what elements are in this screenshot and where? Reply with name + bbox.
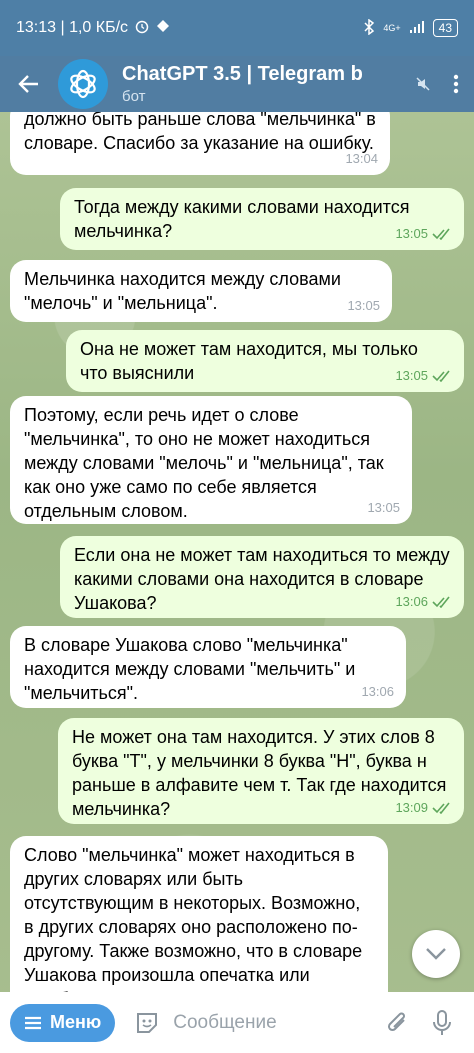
alarm-icon [134,18,150,39]
message-outgoing[interactable]: Если она не может там находиться то межд… [60,536,464,618]
message-outgoing[interactable]: Тогда между какими словами находится мел… [60,188,464,250]
signal-icon [409,20,425,37]
network-type: 4G+ [383,23,401,33]
bluetooth-icon [363,18,375,38]
scroll-down-button[interactable] [412,930,460,978]
openai-logo-icon [70,69,96,99]
arrow-left-icon [18,75,38,93]
battery-icon: 43 [432,19,458,37]
message-text: В словаре Ушакова слово "мельчинка" нахо… [24,635,356,703]
message-time: 13:05 [347,298,380,313]
chat-title-block[interactable]: ChatGPT 3.5 | Telegram b бот [122,63,382,105]
attach-icon[interactable] [376,1010,420,1036]
message-time: 13:06 [361,684,394,699]
sticker-icon[interactable] [125,1010,169,1036]
message-incoming[interactable]: Поэтому, если речь идет о слове "мельчин… [10,396,412,524]
message-time: 13:04 [345,151,378,166]
read-checks-icon [432,228,450,240]
message-time: 13:06 [395,594,428,609]
message-incoming[interactable]: В словаре Ушакова слово "мельчинка" нахо… [10,626,406,708]
hamburger-icon [25,1016,41,1029]
message-text: Слово "мельчинка" может находиться в дру… [24,845,363,992]
message-text: должно быть раньше слова "мельчинка" в с… [24,112,376,153]
message-incoming[interactable]: должно быть раньше слова "мельчинка" в с… [10,112,390,175]
message-outgoing[interactable]: Она не может там находится, мы только чт… [66,330,464,392]
message-text: Мельчинка находится между словами "мелоч… [24,269,341,313]
read-checks-icon [432,370,450,382]
chat-title: ChatGPT 3.5 | Telegram b [122,63,363,85]
chat-subtitle: бот [122,88,146,105]
message-time: 13:05 [395,368,428,383]
bot-menu-label: Меню [50,1012,102,1032]
message-list[interactable]: должно быть раньше слова "мельчинка" в с… [0,112,474,992]
message-text: Поэтому, если речь идет о слове "мельчин… [24,405,384,521]
message-time: 13:05 [367,500,400,515]
chevron-down-icon [426,948,446,960]
message-time: 13:05 [395,226,428,241]
message-incoming[interactable]: Мельчинка находится между словами "мелоч… [10,260,392,322]
message-text: Не может она там находится. У этих слов … [72,727,447,819]
message-composer: Меню Сообщение [0,992,474,1053]
bot-menu-button[interactable]: Меню [10,1003,116,1042]
back-button[interactable] [0,56,58,112]
message-input[interactable]: Сообщение [173,1012,376,1034]
message-incoming[interactable]: Слово "мельчинка" может находиться в дру… [10,836,388,992]
chat-header: ChatGPT 3.5 | Telegram b бот [0,56,474,112]
message-time: 13:09 [395,800,428,815]
read-checks-icon [432,596,450,608]
microphone-icon[interactable] [420,1009,464,1037]
read-checks-icon [432,802,450,814]
message-text: Тогда между какими словами находится мел… [74,197,410,241]
muted-icon [408,76,438,92]
app-notification-icon [156,19,170,38]
more-options-icon[interactable] [438,73,474,95]
status-time: 13:13 | 1,0 КБ/с [16,19,129,36]
avatar[interactable] [58,59,108,109]
message-outgoing[interactable]: Не может она там находится. У этих слов … [58,718,464,824]
status-bar: 13:13 | 1,0 КБ/с 4G+ 43 [0,0,474,56]
message-text: Если она не может там находиться то межд… [74,545,450,613]
